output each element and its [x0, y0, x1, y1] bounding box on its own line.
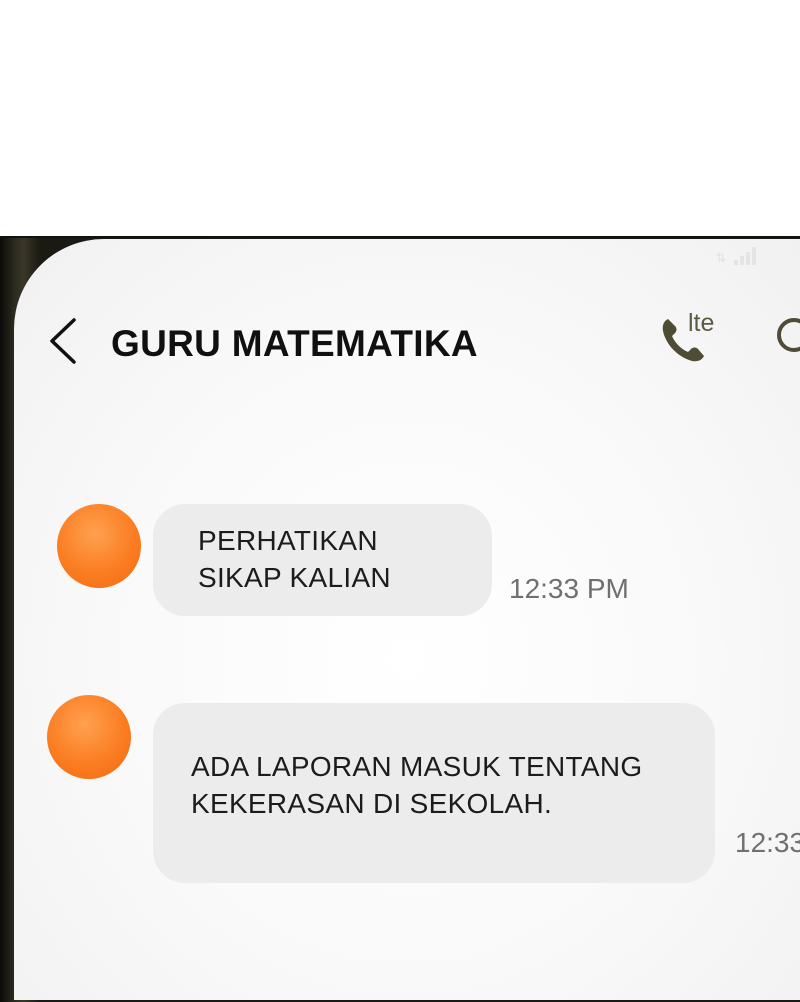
message-bubble[interactable]: PERHATIKAN SIKAP KALIAN — [153, 504, 492, 616]
avatar[interactable] — [47, 695, 131, 779]
data-arrows-icon: ⇅ — [715, 251, 726, 265]
chat-screen: ⇅ GURU MATEMATIKA lte PERHATIKAN SIKAP K… — [14, 239, 800, 1000]
chat-title: GURU MATEMATIKA — [111, 323, 478, 364]
message-text-line: ADA LAPORAN MASUK TENTANG — [191, 751, 643, 782]
phone-call-icon[interactable]: lte — [654, 309, 724, 369]
message-timestamp: 12:33 PM — [509, 573, 629, 604]
avatar[interactable] — [57, 504, 141, 588]
blank-panel-area — [0, 0, 800, 238]
message-text-line: SIKAP KALIAN — [198, 562, 391, 593]
search-icon[interactable] — [770, 315, 800, 359]
signal-icon — [734, 247, 756, 265]
message-text-line: KEKERASAN DI SEKOLAH. — [191, 788, 553, 819]
message-bubble[interactable]: ADA LAPORAN MASUK TENTANG KEKERASAN DI S… — [153, 703, 715, 883]
status-bar: ⇅ — [716, 247, 756, 265]
message-text-line: PERHATIKAN — [198, 525, 378, 556]
lte-badge: lte — [688, 309, 715, 337]
back-icon[interactable] — [44, 314, 88, 368]
message-timestamp: 12:33 — [735, 827, 800, 858]
